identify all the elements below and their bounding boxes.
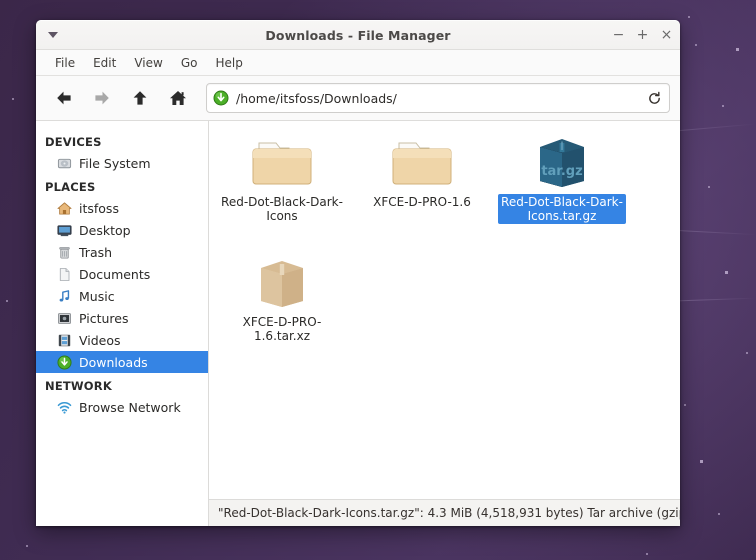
desktop-icon [56, 222, 72, 238]
sidebar-item-pictures[interactable]: Pictures [36, 307, 208, 329]
downloads-icon [56, 354, 72, 370]
sidebar-item-itsfoss[interactable]: itsfoss [36, 197, 208, 219]
file-icon-view[interactable]: Red-Dot-Black-Dark-Icons XFCE-D-PRO-1.6 [209, 121, 680, 499]
home-icon [56, 200, 72, 216]
film-icon [56, 332, 72, 348]
status-bar-text: "Red-Dot-Black-Dark-Icons.tar.gz": 4.3 M… [218, 506, 680, 520]
forward-button[interactable] [84, 82, 120, 114]
file-manager-window: Downloads - File Manager − + × File Edit… [36, 20, 680, 526]
trash-icon [56, 244, 72, 260]
sidebar-section-network: NETWORK [36, 373, 208, 396]
chevron-down-icon [48, 32, 58, 38]
home-icon [168, 88, 188, 108]
back-button[interactable] [46, 82, 82, 114]
sidebar-section-devices: DEVICES [36, 129, 208, 152]
path-bar[interactable]: /home/itsfoss/Downloads/ [206, 83, 670, 113]
sidebar-item-videos[interactable]: Videos [36, 329, 208, 351]
music-note-icon [56, 288, 72, 304]
document-icon [56, 266, 72, 282]
arrow-left-icon [54, 88, 74, 108]
desktop-background: Downloads - File Manager − + × File Edit… [0, 0, 756, 560]
sidebar-item-label: Documents [79, 267, 150, 282]
sidebar-item-documents[interactable]: Documents [36, 263, 208, 285]
menu-help[interactable]: Help [206, 54, 251, 72]
menu-bar: File Edit View Go Help [36, 50, 680, 76]
picture-icon [56, 310, 72, 326]
arrow-up-icon [130, 88, 150, 108]
window-controls: − + × [612, 21, 673, 49]
sidebar-item-label: Videos [79, 333, 121, 348]
harddisk-icon [56, 155, 72, 171]
menu-go[interactable]: Go [172, 54, 207, 72]
file-item-archive-tarxz[interactable]: XFCE-D-PRO-1.6.tar.xz [218, 247, 346, 344]
main-pane: Red-Dot-Black-Dark-Icons XFCE-D-PRO-1.6 [209, 121, 680, 526]
svg-text:tar.gz: tar.gz [541, 164, 582, 179]
sidebar-item-downloads[interactable]: Downloads [36, 351, 208, 373]
home-button[interactable] [160, 82, 196, 114]
status-bar: "Red-Dot-Black-Dark-Icons.tar.gz": 4.3 M… [209, 499, 680, 526]
window-title: Downloads - File Manager [36, 28, 680, 43]
menu-edit[interactable]: Edit [84, 54, 125, 72]
sidebar-item-label: File System [79, 156, 151, 171]
file-item-folder-red-dot[interactable]: Red-Dot-Black-Dark-Icons [218, 127, 346, 224]
folder-icon [251, 127, 313, 189]
sidebar-section-places: PLACES [36, 174, 208, 197]
window-body: DEVICES File System PLACES [36, 121, 680, 526]
archive-box-icon [251, 247, 313, 309]
up-button[interactable] [122, 82, 158, 114]
file-item-label: XFCE-D-PRO-1.6 [370, 194, 474, 210]
reload-icon[interactable] [647, 91, 662, 106]
sidebar-item-file-system[interactable]: File System [36, 152, 208, 174]
maximize-button[interactable]: + [636, 29, 649, 42]
sidebar-item-label: Browse Network [79, 400, 181, 415]
sidebar-item-label: itsfoss [79, 201, 119, 216]
file-item-folder-xfce[interactable]: XFCE-D-PRO-1.6 [358, 127, 486, 210]
sidebar-item-label: Desktop [79, 223, 131, 238]
file-item-label: Red-Dot-Black-Dark-Icons.tar.gz [498, 194, 626, 224]
path-text: /home/itsfoss/Downloads/ [236, 91, 647, 106]
sidebar: DEVICES File System PLACES [36, 121, 209, 526]
toolbar: /home/itsfoss/Downloads/ [36, 76, 680, 121]
sidebar-item-label: Downloads [79, 355, 148, 370]
minimize-button[interactable]: − [612, 29, 625, 42]
sidebar-item-label: Music [79, 289, 115, 304]
sidebar-item-desktop[interactable]: Desktop [36, 219, 208, 241]
sidebar-item-browse-network[interactable]: Browse Network [36, 396, 208, 418]
sidebar-item-music[interactable]: Music [36, 285, 208, 307]
file-item-label: XFCE-D-PRO-1.6.tar.xz [218, 314, 346, 344]
menu-view[interactable]: View [125, 54, 171, 72]
file-item-archive-targz[interactable]: tar.gz Red-Dot-Black-Dark-Icons.tar.gz [498, 127, 626, 224]
menu-file[interactable]: File [46, 54, 84, 72]
arrow-right-icon [92, 88, 112, 108]
window-menu-button[interactable] [40, 21, 66, 49]
close-button[interactable]: × [660, 29, 673, 42]
file-item-label: Red-Dot-Black-Dark-Icons [218, 194, 346, 224]
network-icon [56, 399, 72, 415]
archive-targz-icon: tar.gz [531, 127, 593, 189]
window-titlebar[interactable]: Downloads - File Manager − + × [36, 20, 680, 50]
folder-icon [391, 127, 453, 189]
downloads-folder-icon [213, 90, 229, 106]
sidebar-item-trash[interactable]: Trash [36, 241, 208, 263]
sidebar-item-label: Trash [79, 245, 112, 260]
sidebar-item-label: Pictures [79, 311, 129, 326]
